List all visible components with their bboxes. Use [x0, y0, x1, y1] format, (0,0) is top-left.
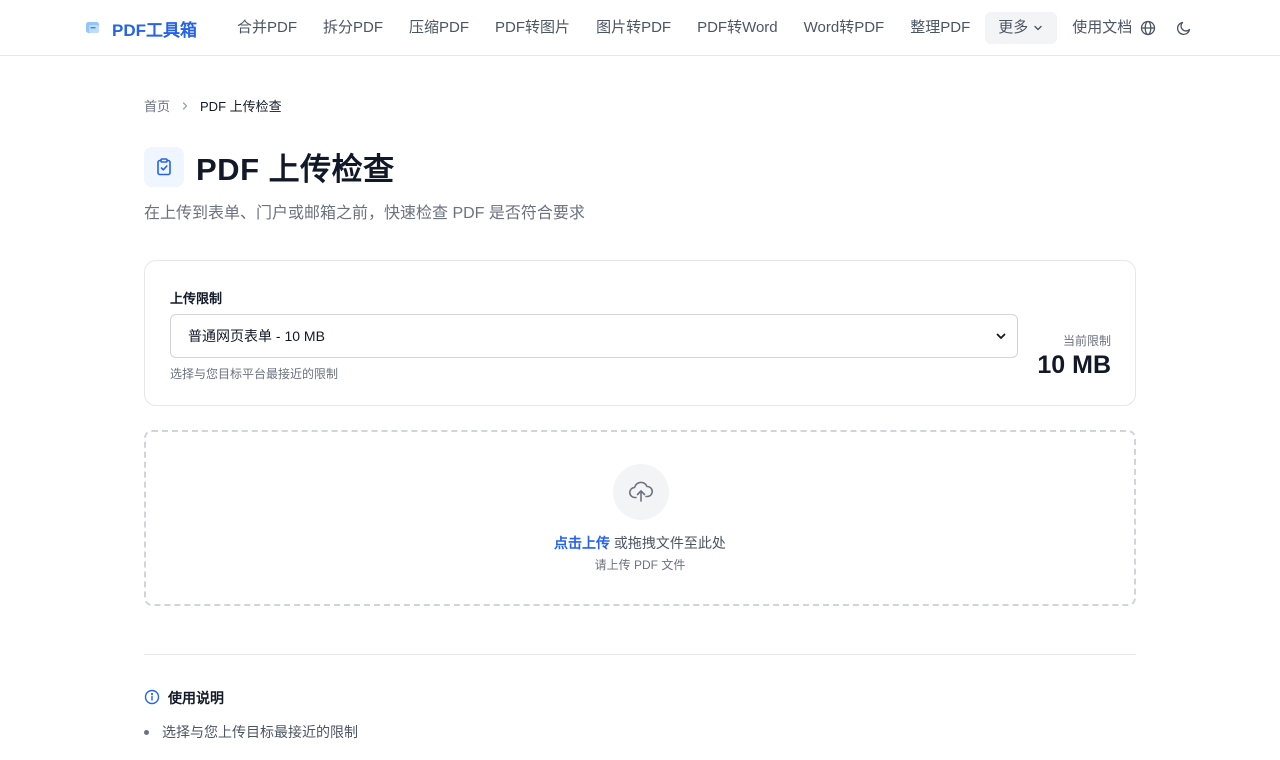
header-actions [1138, 16, 1194, 40]
clipboard-check-icon [144, 146, 184, 187]
info-icon [144, 689, 160, 708]
upload-limit-hint: 选择与您目标平台最接近的限制 [170, 367, 339, 381]
upload-instruction: 点击上传 或拖拽文件至此处 [146, 533, 1134, 553]
chevron-down-icon [996, 333, 1006, 339]
nav-compress-pdf[interactable]: 压缩PDF [396, 12, 482, 44]
nav-pdf-to-image[interactable]: PDF转图片 [482, 12, 583, 44]
nav-more-label: 更多 [998, 19, 1029, 36]
brand-logo-link[interactable]: PDF工具箱 [84, 16, 197, 40]
upload-limit-label: 上传限制 [170, 291, 223, 306]
page-subtitle: 在上传到表单、门户或邮箱之前，快速检查 PDF 是否符合要求 [144, 205, 585, 222]
nav-organize-pdf[interactable]: 整理PDF [897, 12, 983, 44]
usage-guide-list: 选择与您上传目标最接近的限制 [144, 722, 358, 750]
top-navigation-bar: PDF工具箱 合并PDF 拆分PDF 压缩PDF PDF转图片 图片转PDF P… [0, 0, 1280, 56]
list-item: 选择与您上传目标最接近的限制 [144, 722, 358, 742]
upload-file-type-hint: 请上传 PDF 文件 [594, 558, 686, 572]
brand-name: PDF工具箱 [112, 20, 197, 40]
usage-guide-heading: 使用说明 [144, 688, 224, 708]
nav-word-to-pdf[interactable]: Word转PDF [791, 12, 898, 44]
upload-limit-select[interactable]: 普通网页表单 - 10 MB [170, 314, 1018, 358]
chevron-down-icon [1034, 25, 1042, 31]
current-limit-value: 10 MB [1037, 351, 1111, 379]
current-limit-display: 当前限制 10 MB [1037, 332, 1111, 380]
nav-docs[interactable]: 使用文档 [1059, 12, 1145, 44]
usage-guide-title: 使用说明 [168, 690, 224, 706]
file-dropzone[interactable]: 点击上传 或拖拽文件至此处 请上传 PDF 文件 [144, 430, 1136, 606]
upload-limit-selected-value: 普通网页表单 - 10 MB [188, 328, 325, 344]
cloud-upload-icon [613, 464, 669, 520]
chevron-right-icon [180, 101, 190, 111]
click-upload-link[interactable]: 点击上传 [554, 535, 610, 551]
drag-drop-text: 或拖拽文件至此处 [610, 535, 726, 551]
upload-limit-card: 上传限制 普通网页表单 - 10 MB 选择与您目标平台最接近的限制 当前限制 … [144, 260, 1136, 406]
page-title-row: PDF 上传检查 [144, 144, 395, 189]
nav-image-to-pdf[interactable]: 图片转PDF [583, 12, 684, 44]
nav-pdf-to-word[interactable]: PDF转Word [684, 12, 791, 44]
breadcrumb-home-link[interactable]: 首页 [144, 96, 170, 115]
nav-split-pdf[interactable]: 拆分PDF [310, 12, 396, 44]
section-divider [144, 654, 1136, 655]
main-nav: 合并PDF 拆分PDF 压缩PDF PDF转图片 图片转PDF PDF转Word… [224, 12, 1145, 44]
breadcrumb: 首页 PDF 上传检查 [144, 96, 282, 115]
moon-icon[interactable] [1174, 16, 1194, 40]
page-title: PDF 上传检查 [196, 152, 395, 187]
nav-merge-pdf[interactable]: 合并PDF [224, 12, 310, 44]
nav-more-dropdown[interactable]: 更多 [985, 12, 1058, 44]
current-limit-label: 当前限制 [1062, 334, 1111, 348]
globe-icon[interactable] [1138, 16, 1158, 40]
breadcrumb-current: PDF 上传检查 [200, 99, 282, 114]
brand-logo-icon [84, 19, 102, 37]
